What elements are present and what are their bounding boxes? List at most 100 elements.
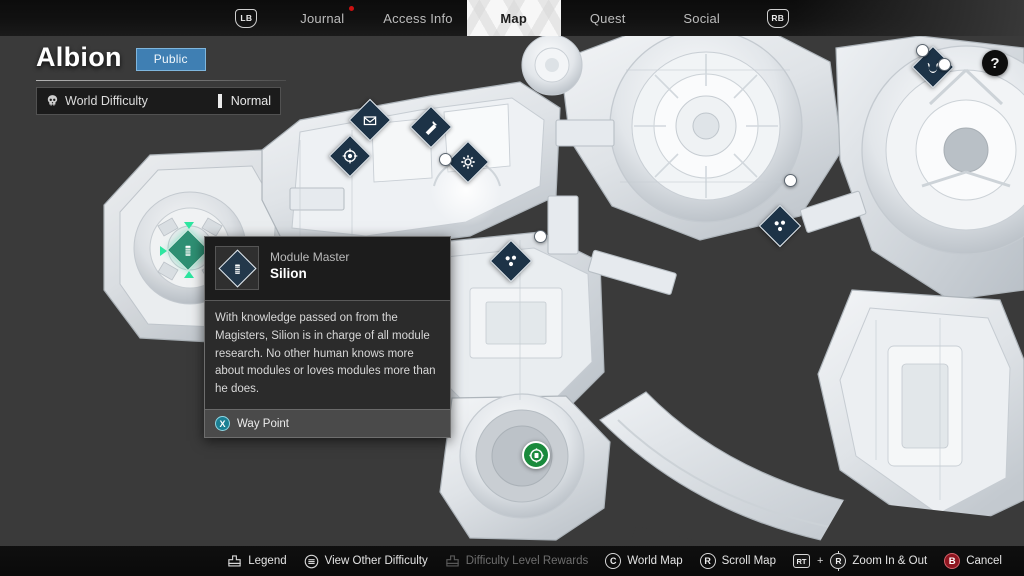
tab-access-info[interactable]: Access Info bbox=[369, 0, 466, 36]
action-legend-label: Legend bbox=[248, 555, 286, 567]
selection-arrow-down-icon bbox=[184, 271, 194, 278]
dot-marker[interactable] bbox=[439, 153, 452, 166]
action-scroll-map[interactable]: R Scroll Map bbox=[700, 553, 776, 569]
way-point-label: Way Point bbox=[237, 418, 289, 430]
c-button-label: C bbox=[610, 556, 617, 566]
action-scroll-map-label: Scroll Map bbox=[722, 555, 776, 567]
tab-quest-label: Quest bbox=[590, 11, 626, 26]
molecule-icon bbox=[772, 218, 788, 234]
notification-dot-icon bbox=[349, 6, 354, 11]
tab-journal-label: Journal bbox=[300, 11, 344, 26]
right-stick-label: R bbox=[704, 556, 711, 566]
tab-social[interactable]: Social bbox=[655, 0, 749, 36]
module-icon bbox=[181, 243, 196, 258]
action-legend[interactable]: Legend bbox=[227, 554, 286, 569]
tooltip-footer[interactable]: X Way Point bbox=[205, 409, 450, 437]
skull-icon bbox=[45, 94, 60, 108]
help-button[interactable]: ? bbox=[982, 50, 1008, 76]
action-cancel-label: Cancel bbox=[966, 555, 1002, 567]
difficulty-label: World Difficulty bbox=[65, 94, 148, 108]
marker-diamond bbox=[759, 205, 801, 247]
b-button-label: B bbox=[949, 556, 956, 567]
difficulty-value-group: Normal bbox=[218, 94, 271, 108]
help-glyph: ? bbox=[990, 55, 999, 72]
tab-social-label: Social bbox=[683, 11, 720, 26]
dot-marker[interactable] bbox=[784, 174, 797, 187]
tab-access-info-label: Access Info bbox=[383, 11, 452, 26]
action-view-other-difficulty[interactable]: View Other Difficulty bbox=[304, 554, 428, 569]
dot-icon bbox=[938, 58, 951, 71]
x-button-icon[interactable]: X bbox=[215, 416, 230, 431]
b-button-icon: B bbox=[944, 553, 960, 569]
right-trigger-icon: RT bbox=[793, 554, 810, 568]
right-stick-label: R bbox=[835, 556, 841, 566]
craft-marker[interactable] bbox=[496, 246, 526, 276]
dot-marker[interactable] bbox=[938, 58, 951, 71]
tooltip-icon-box bbox=[215, 246, 259, 290]
tooltip-body: With knowledge passed on from the Magist… bbox=[205, 301, 450, 409]
left-shoulder-button-icon[interactable]: LB bbox=[235, 9, 257, 28]
module-icon bbox=[230, 261, 244, 275]
top-navigation-bar: LB Journal Access Info Map Quest Social … bbox=[0, 0, 1024, 36]
marker-diamond bbox=[349, 99, 391, 141]
envelope-icon bbox=[363, 113, 378, 128]
target-marker[interactable] bbox=[335, 141, 365, 171]
dot-marker[interactable] bbox=[534, 230, 547, 243]
selected-marker-diamond bbox=[167, 229, 209, 271]
tab-journal[interactable]: Journal bbox=[275, 0, 369, 36]
tooltip-name: Silion bbox=[270, 265, 349, 283]
selection-arrow-up-icon bbox=[184, 222, 194, 229]
tab-quest[interactable]: Quest bbox=[561, 0, 655, 36]
difficulty-meter-icon bbox=[218, 94, 222, 108]
dpad-icon bbox=[227, 554, 242, 569]
selection-arrow-left-icon bbox=[160, 246, 167, 256]
green-marker-circle bbox=[522, 441, 550, 469]
research-marker[interactable] bbox=[765, 211, 795, 241]
action-zoom-in-out[interactable]: RT + R Zoom In & Out bbox=[793, 553, 927, 569]
marker-diamond bbox=[410, 106, 452, 148]
status-badge: Public bbox=[136, 48, 206, 71]
tooltip-header: Module Master Silion bbox=[205, 237, 450, 300]
page-title: Albion bbox=[36, 44, 122, 71]
bottom-action-bar: Legend View Other Difficulty Difficulty … bbox=[0, 546, 1024, 576]
gear-icon bbox=[460, 154, 476, 170]
tab-map[interactable]: Map bbox=[467, 0, 561, 36]
dot-icon bbox=[439, 153, 452, 166]
action-world-map[interactable]: C World Map bbox=[605, 553, 682, 569]
right-stick-icon: R bbox=[830, 553, 846, 569]
difficulty-value: Normal bbox=[231, 94, 271, 108]
right-stick-icon: R bbox=[700, 553, 716, 569]
teleporter-marker[interactable] bbox=[522, 441, 550, 469]
marker-diamond bbox=[329, 135, 371, 177]
x-button-label: X bbox=[219, 419, 225, 429]
action-zoom-in-out-label: Zoom In & Out bbox=[852, 555, 927, 567]
action-difficulty-level-rewards-label: Difficulty Level Rewards bbox=[466, 555, 589, 567]
teleport-icon bbox=[528, 447, 545, 464]
right-shoulder-button-icon[interactable]: RB bbox=[767, 9, 789, 28]
gear-marker[interactable] bbox=[453, 147, 483, 177]
left-shoulder-label: LB bbox=[240, 13, 252, 23]
plus-separator-icon: + bbox=[817, 555, 823, 567]
tooltip-subtitle: Module Master bbox=[270, 249, 349, 265]
weapon-marker[interactable] bbox=[416, 112, 446, 142]
module-diamond-icon bbox=[218, 249, 256, 287]
right-shoulder-label: RB bbox=[771, 13, 784, 23]
action-world-map-label: World Map bbox=[627, 555, 682, 567]
dpad-icon bbox=[445, 554, 460, 569]
dot-marker[interactable] bbox=[916, 44, 929, 57]
map-header: Albion Public World Difficulty Normal bbox=[36, 44, 286, 115]
crosshair-icon bbox=[342, 148, 358, 164]
action-view-other-difficulty-label: View Other Difficulty bbox=[325, 555, 428, 567]
world-difficulty-bar[interactable]: World Difficulty Normal bbox=[36, 87, 281, 115]
dot-icon bbox=[916, 44, 929, 57]
tooltip-title-group: Module Master Silion bbox=[270, 246, 349, 283]
tab-map-label: Map bbox=[500, 11, 527, 26]
marker-diamond bbox=[447, 141, 489, 183]
weapon-icon bbox=[423, 119, 439, 135]
dot-icon bbox=[784, 174, 797, 187]
map-screen: LB Journal Access Info Map Quest Social … bbox=[0, 0, 1024, 576]
difficulty-label-group: World Difficulty bbox=[45, 94, 218, 108]
menu-button-icon bbox=[304, 554, 319, 569]
action-cancel[interactable]: B Cancel bbox=[944, 553, 1002, 569]
mail-marker[interactable] bbox=[355, 105, 385, 135]
